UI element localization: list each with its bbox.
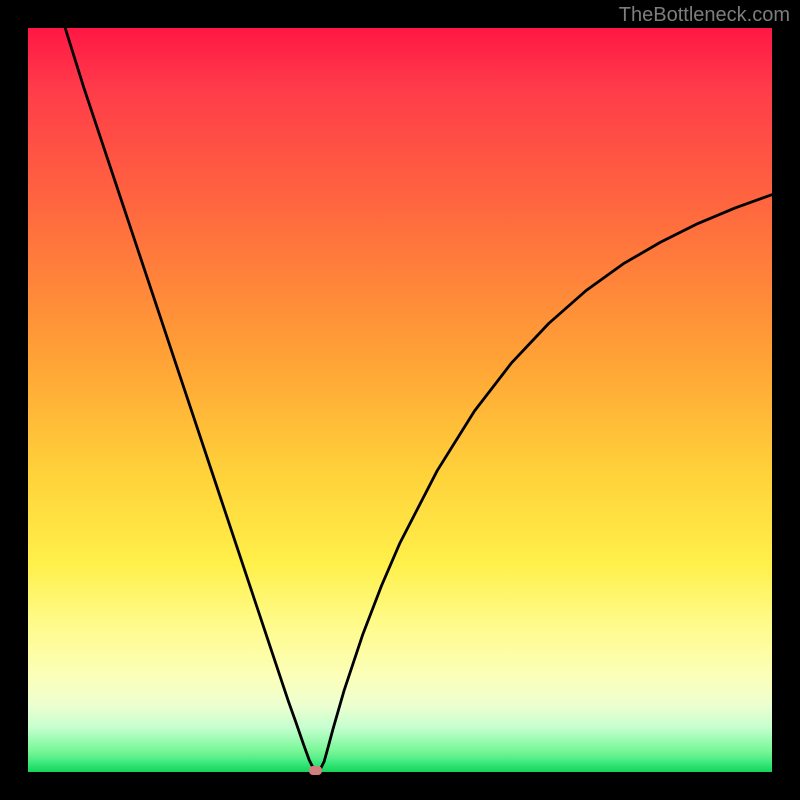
plot-area <box>28 28 772 772</box>
optimal-marker <box>309 766 322 775</box>
green-baseline <box>28 759 772 772</box>
watermark-text: TheBottleneck.com <box>619 4 790 27</box>
chart-frame: TheBottleneck.com <box>0 0 800 800</box>
